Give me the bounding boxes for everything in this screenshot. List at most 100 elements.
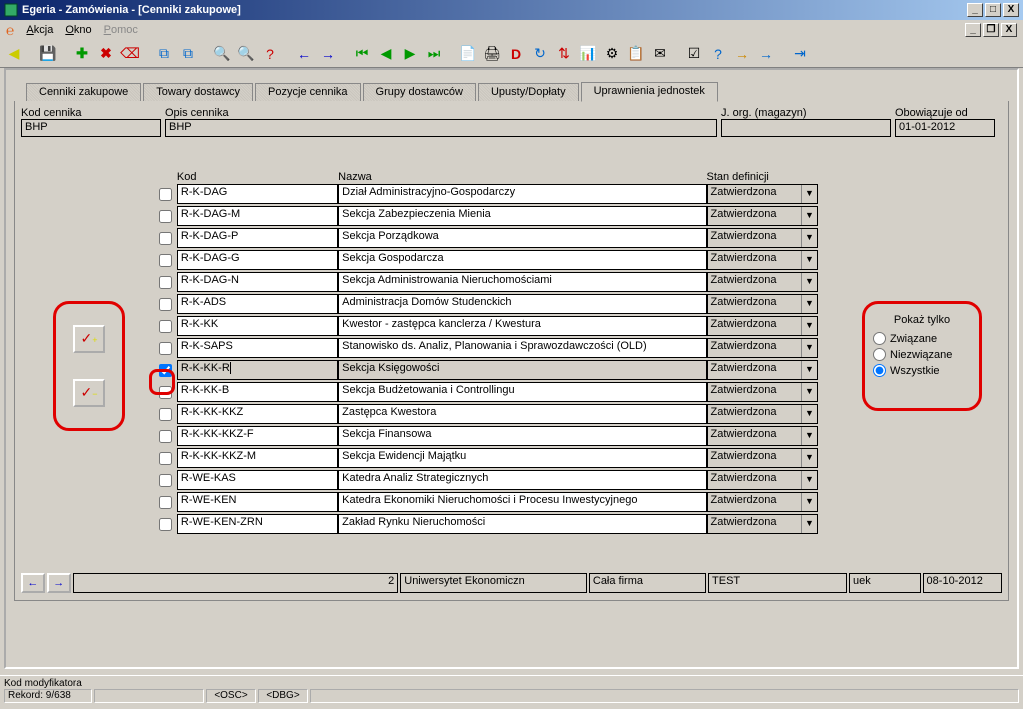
tb-save-icon[interactable]: 💾 (38, 44, 58, 64)
chevron-down-icon[interactable]: ▼ (801, 317, 817, 335)
table-row[interactable]: R-K-SAPSStanowisko ds. Analiz, Planowani… (155, 337, 818, 359)
row-stan-combo[interactable]: Zatwierdzona▼ (707, 316, 818, 336)
row-nazwa[interactable]: Sekcja Ewidencji Majątku (338, 448, 706, 468)
tb-nav-left-icon[interactable]: ← (294, 44, 314, 64)
mdi-close-button[interactable]: X (1001, 23, 1017, 37)
row-checkbox[interactable] (159, 430, 172, 443)
row-checkbox[interactable] (159, 364, 172, 377)
table-row[interactable]: R-K-DAG-NSekcja Administrowania Nierucho… (155, 271, 818, 293)
row-nazwa[interactable]: Sekcja Administrowania Nieruchomościami (338, 272, 706, 292)
table-row[interactable]: R-K-DAGDział Administracyjno-Gospodarczy… (155, 183, 818, 205)
table-row[interactable]: R-WE-KASKatedra Analiz StrategicznychZat… (155, 469, 818, 491)
tab-towary[interactable]: Towary dostawcy (143, 83, 253, 101)
chevron-down-icon[interactable]: ▼ (801, 229, 817, 247)
tb-help-search-icon[interactable]: ? (260, 44, 280, 64)
row-kod[interactable]: R-WE-KEN (177, 492, 338, 512)
mdi-minimize-button[interactable]: _ (965, 23, 981, 37)
close-button[interactable]: X (1003, 3, 1019, 17)
tb-print-icon[interactable]: 🖨 (482, 44, 502, 64)
row-checkbox[interactable] (159, 188, 172, 201)
row-checkbox[interactable] (159, 386, 172, 399)
table-row[interactable]: R-K-KKKwestor - zastępca kanclerza / Kwe… (155, 315, 818, 337)
row-kod[interactable]: R-K-KK (177, 316, 338, 336)
row-stan-combo[interactable]: Zatwierdzona▼ (707, 448, 818, 468)
row-stan-combo[interactable]: Zatwierdzona▼ (707, 338, 818, 358)
row-nazwa[interactable]: Zakład Rynku Nieruchomości (338, 514, 706, 534)
row-checkbox[interactable] (159, 276, 172, 289)
tb-last-icon[interactable]: ⏭ (424, 44, 444, 64)
row-nazwa[interactable]: Sekcja Porządkowa (338, 228, 706, 248)
row-checkbox[interactable] (159, 518, 172, 531)
table-row[interactable]: R-K-KK-KKZ-FSekcja FinansowaZatwierdzona… (155, 425, 818, 447)
chevron-down-icon[interactable]: ▼ (801, 185, 817, 203)
row-checkbox[interactable] (159, 474, 172, 487)
chevron-down-icon[interactable]: ▼ (801, 471, 817, 489)
row-kod[interactable]: R-K-DAG-N (177, 272, 338, 292)
tb-help-icon[interactable]: ? (708, 44, 728, 64)
chevron-down-icon[interactable]: ▼ (801, 295, 817, 313)
chevron-down-icon[interactable]: ▼ (801, 361, 817, 379)
row-kod[interactable]: R-K-DAG-P (177, 228, 338, 248)
tb-prev-icon[interactable]: ◀ (376, 44, 396, 64)
tb-exit-icon[interactable]: ⇥ (790, 44, 810, 64)
chevron-down-icon[interactable]: ▼ (801, 405, 817, 423)
row-stan-combo[interactable]: Zatwierdzona▼ (707, 272, 818, 292)
row-checkbox[interactable] (159, 254, 172, 267)
table-row[interactable]: R-K-KK-BSekcja Budżetowania i Controllin… (155, 381, 818, 403)
row-kod[interactable]: R-K-KK-B (177, 382, 338, 402)
tab-grupy[interactable]: Grupy dostawców (363, 83, 476, 101)
row-checkbox[interactable] (159, 408, 172, 421)
row-nazwa[interactable]: Katedra Ekonomiki Nieruchomości i Proces… (338, 492, 706, 512)
tab-cenniki[interactable]: Cenniki zakupowe (26, 83, 141, 101)
tb-search-icon[interactable]: 🔍 (212, 44, 232, 64)
row-kod[interactable]: R-WE-KEN-ZRN (177, 514, 338, 534)
row-nazwa[interactable]: Dział Administracyjno-Gospodarczy (338, 184, 706, 204)
tb-d-icon[interactable]: D (506, 44, 526, 64)
row-stan-combo[interactable]: Zatwierdzona▼ (707, 514, 818, 534)
row-nazwa[interactable]: Zastępca Kwestora (338, 404, 706, 424)
row-kod[interactable]: R-K-SAPS (177, 338, 338, 358)
row-stan-combo[interactable]: Zatwierdzona▼ (707, 492, 818, 512)
row-nazwa[interactable]: Administracja Domów Studenckich (338, 294, 706, 314)
row-kod[interactable]: R-K-DAG (177, 184, 338, 204)
row-nazwa[interactable]: Kwestor - zastępca kanclerza / Kwestura (338, 316, 706, 336)
row-kod[interactable]: R-K-DAG-M (177, 206, 338, 226)
minimize-button[interactable]: _ (967, 3, 983, 17)
table-row[interactable]: R-WE-KENKatedra Ekonomiki Nieruchomości … (155, 491, 818, 513)
tb-chart-icon[interactable]: 📊 (578, 44, 598, 64)
row-stan-combo[interactable]: Zatwierdzona▼ (707, 404, 818, 424)
tb-copy-icon[interactable]: ⧉ (154, 44, 174, 64)
tb-page-icon[interactable]: 📋 (626, 44, 646, 64)
tb-add-icon[interactable]: ✚ (72, 44, 92, 64)
row-stan-combo[interactable]: Zatwierdzona▼ (707, 294, 818, 314)
row-kod[interactable]: R-WE-KAS (177, 470, 338, 490)
chevron-down-icon[interactable]: ▼ (801, 251, 817, 269)
row-checkbox[interactable] (159, 496, 172, 509)
bulk-uncheck-all-button[interactable]: ✓− (73, 379, 105, 407)
table-row[interactable]: R-K-DAG-PSekcja PorządkowaZatwierdzona▼ (155, 227, 818, 249)
chevron-down-icon[interactable]: ▼ (801, 273, 817, 291)
nav-prev-button[interactable]: ← (21, 573, 45, 593)
table-row[interactable]: R-K-KK-R Sekcja KsięgowościZatwierdzona▼ (155, 359, 818, 381)
tab-pozycje[interactable]: Pozycje cennika (255, 83, 361, 101)
chevron-down-icon[interactable]: ▼ (801, 449, 817, 467)
row-stan-combo[interactable]: Zatwierdzona▼ (707, 206, 818, 226)
row-nazwa[interactable]: Sekcja Księgowości (338, 360, 706, 380)
menu-pomoc[interactable]: Pomoc (104, 24, 138, 36)
row-stan-combo[interactable]: Zatwierdzona▼ (707, 382, 818, 402)
row-nazwa[interactable]: Katedra Analiz Strategicznych (338, 470, 706, 490)
row-stan-combo[interactable]: Zatwierdzona▼ (707, 250, 818, 270)
row-checkbox[interactable] (159, 342, 172, 355)
tb-mail-icon[interactable]: ✉ (650, 44, 670, 64)
chevron-down-icon[interactable]: ▼ (801, 515, 817, 533)
row-checkbox[interactable] (159, 210, 172, 223)
row-stan-combo[interactable]: Zatwierdzona▼ (707, 470, 818, 490)
tb-refresh-icon[interactable]: ↻ (530, 44, 550, 64)
menu-okno[interactable]: Okno (65, 24, 91, 36)
row-stan-combo[interactable]: Zatwierdzona▼ (707, 228, 818, 248)
tb-tasks-icon[interactable]: ☑ (684, 44, 704, 64)
tab-uprawnienia[interactable]: Uprawnienia jednostek (581, 82, 718, 102)
tb-go-icon[interactable]: → (732, 44, 752, 64)
tb-filter-icon[interactable]: 🔍 (236, 44, 256, 64)
row-checkbox[interactable] (159, 452, 172, 465)
